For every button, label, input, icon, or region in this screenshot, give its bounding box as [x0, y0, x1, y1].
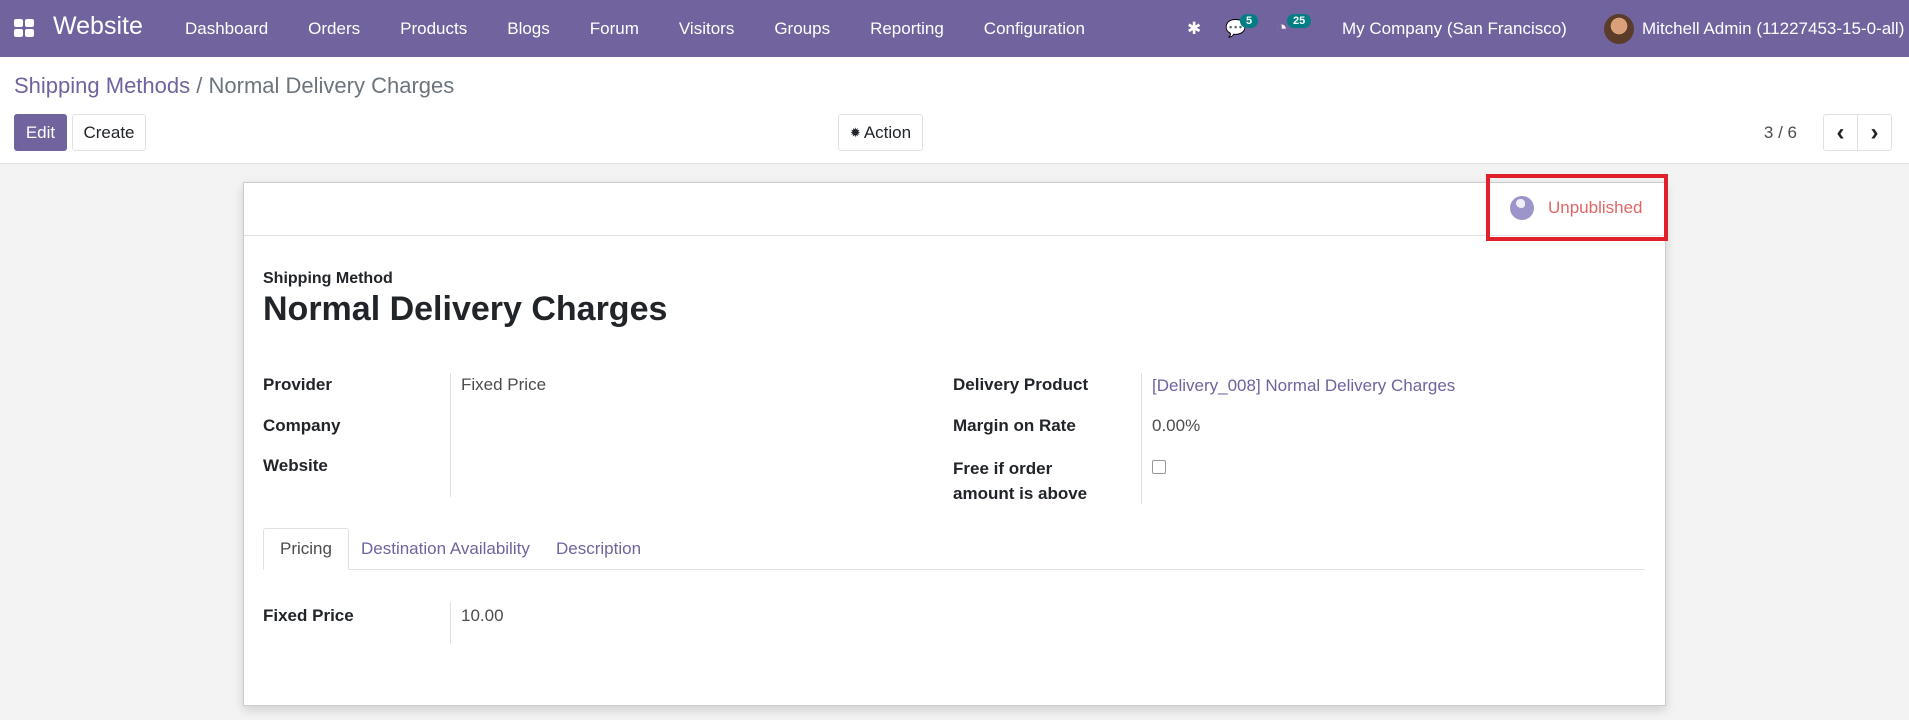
menu-dashboard[interactable]: Dashboard	[165, 19, 288, 39]
breadcrumb-parent[interactable]: Shipping Methods	[14, 73, 190, 98]
globe-icon	[1510, 196, 1534, 220]
top-navbar: Website Dashboard Orders Products Blogs …	[0, 0, 1909, 57]
create-button[interactable]: Create	[72, 114, 146, 151]
form-sheet	[243, 182, 1666, 706]
pager-previous-button[interactable]: ‹	[1823, 114, 1858, 151]
apps-menu-icon[interactable]	[14, 19, 34, 37]
fixed-price-field: 10.00	[461, 606, 504, 625]
delivery-product-label: Delivery Product	[953, 375, 1089, 394]
menu-groups[interactable]: Groups	[754, 19, 850, 39]
breadcrumb-separator: /	[196, 73, 203, 98]
free-over-label: Free if order amount is above	[953, 459, 1088, 503]
field-divider	[450, 373, 451, 497]
action-button[interactable]: ✹ Action	[838, 114, 923, 151]
gear-icon: ✹	[849, 124, 861, 140]
menu-products[interactable]: Products	[380, 19, 487, 39]
record-title: Normal Delivery Charges	[263, 290, 668, 328]
fixed-price-label: Fixed Price	[263, 606, 354, 625]
debug-bug-icon[interactable]: ✱	[1187, 0, 1201, 57]
menu-visitors[interactable]: Visitors	[659, 19, 754, 39]
breadcrumb: Shipping Methods / Normal Delivery Charg…	[14, 73, 454, 99]
breadcrumb-current: Normal Delivery Charges	[208, 73, 455, 98]
field-divider	[1141, 373, 1142, 504]
pager-next-button[interactable]: ›	[1857, 114, 1892, 151]
user-name: Mitchell Admin (11227453-15-0-all)	[1642, 18, 1905, 38]
menu-forum[interactable]: Forum	[570, 19, 659, 39]
main-menu: Dashboard Orders Products Blogs Forum Vi…	[165, 0, 1105, 57]
menu-configuration[interactable]: Configuration	[964, 19, 1105, 39]
avatar	[1604, 13, 1634, 44]
menu-orders[interactable]: Orders	[288, 19, 380, 39]
menu-blogs[interactable]: Blogs	[487, 19, 570, 39]
edit-button[interactable]: Edit	[14, 114, 67, 151]
publish-status: Unpublished	[1548, 198, 1643, 217]
provider-field: Fixed Price	[461, 375, 547, 394]
company-switcher[interactable]: My Company (San Francisco)	[1342, 0, 1567, 57]
form-subtitle: Shipping Method	[263, 270, 393, 287]
activities-badge: 25	[1287, 14, 1312, 28]
menu-reporting[interactable]: Reporting	[850, 19, 964, 39]
app-name[interactable]: Website	[53, 12, 143, 41]
form-header	[244, 183, 1665, 236]
user-menu[interactable]: Mitchell Admin (11227453-15-0-all)	[1604, 0, 1904, 57]
tab-description[interactable]: Description	[540, 528, 657, 570]
tab-destination-availability[interactable]: Destination Availability	[345, 528, 546, 570]
messages-icon[interactable]: 💬	[1225, 0, 1246, 57]
messages-badge: 5	[1240, 14, 1259, 28]
publish-toggle-button[interactable]: Unpublished	[1510, 196, 1643, 220]
delivery-product-link[interactable]: [Delivery_008] Normal Delivery Charges	[1152, 376, 1455, 396]
control-panel: Shipping Methods / Normal Delivery Charg…	[0, 57, 1909, 164]
tab-pricing[interactable]: Pricing	[263, 528, 349, 570]
provider-label: Provider	[263, 375, 332, 394]
action-label: Action	[863, 122, 912, 142]
pager-value[interactable]: 3 / 6	[1764, 123, 1797, 143]
company-label: Company	[263, 416, 341, 435]
website-label: Website	[263, 456, 328, 475]
field-divider	[450, 602, 451, 644]
margin-on-rate-label: Margin on Rate	[953, 416, 1076, 435]
activities-clock-icon[interactable]: ◔	[1276, 0, 1287, 57]
free-over-checkbox[interactable]	[1152, 460, 1166, 474]
margin-on-rate-field: 0.00%	[1152, 416, 1201, 435]
notebook-tabs: Pricing Destination Availability Descrip…	[263, 528, 1645, 570]
